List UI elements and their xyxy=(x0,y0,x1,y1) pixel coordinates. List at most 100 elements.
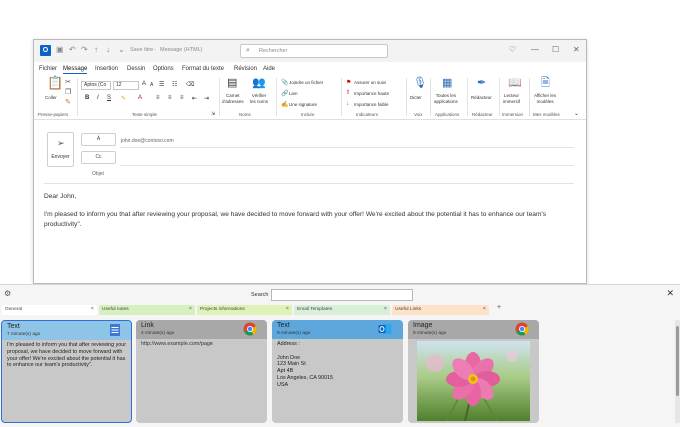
close-window-button[interactable]: ✕ xyxy=(573,45,580,54)
tab-projects-informations[interactable]: Projects informations × xyxy=(197,305,292,315)
decrease-indent-icon[interactable]: ⇤ xyxy=(192,95,197,102)
attach-icon[interactable]: 📎 xyxy=(281,79,288,86)
maximize-button[interactable]: ☐ xyxy=(552,45,559,54)
grow-font-icon[interactable]: A xyxy=(142,81,146,87)
clear-format-icon[interactable]: ⌫ xyxy=(186,81,194,88)
card-header: Text 9 minute(s) ago xyxy=(272,320,403,339)
close-tab-icon[interactable]: × xyxy=(189,305,192,314)
apps-grid-icon[interactable]: ▦ xyxy=(442,78,452,89)
editor-label[interactable]: Rédacteur xyxy=(471,95,492,101)
message-body[interactable]: I'm pleased to inform you that after rev… xyxy=(44,210,574,229)
customize-qat-icon[interactable]: ⌄ xyxy=(118,45,125,55)
tab-insertion[interactable]: Insertion xyxy=(95,66,118,72)
to-button[interactable]: À xyxy=(81,133,116,146)
view-templates-label[interactable]: Afficher les modèles xyxy=(534,93,556,104)
microphone-icon[interactable]: 🎙 xyxy=(413,78,427,89)
numbering-icon[interactable]: ☷ xyxy=(172,81,177,88)
clipboard-card[interactable]: Image 9 minute(s) ago xyxy=(408,320,539,423)
paste-label[interactable]: Coller xyxy=(45,95,57,101)
cards-scrollbar[interactable] xyxy=(675,320,680,423)
close-tab-icon[interactable]: × xyxy=(483,305,486,314)
follow-up-label[interactable]: Assurer un suivi xyxy=(354,80,386,86)
close-tab-icon[interactable]: × xyxy=(384,305,387,314)
gear-icon[interactable]: ⚙ xyxy=(4,289,11,298)
italic-button[interactable]: I xyxy=(97,95,99,101)
high-importance-label[interactable]: Importance haute xyxy=(354,91,389,97)
dictate-label[interactable]: Dicter xyxy=(410,95,422,101)
clipboard-search-input[interactable] xyxy=(271,289,413,301)
tab-useful-links[interactable]: Useful Links × xyxy=(392,305,489,315)
align-center-icon[interactable]: ≡ xyxy=(168,95,172,101)
tab-email-templates[interactable]: Email Templates × xyxy=(294,305,390,315)
address-book-label[interactable]: Carnet d'adresses xyxy=(222,93,244,104)
close-icon[interactable]: ✕ xyxy=(666,288,674,299)
font-name-select[interactable]: Aptos (Co xyxy=(81,81,111,90)
immersive-reader-icon[interactable]: 📖 xyxy=(508,78,522,89)
cc-button[interactable]: Cc xyxy=(81,151,116,164)
editor-icon[interactable]: ✒ xyxy=(477,78,486,89)
add-tab-button[interactable]: + xyxy=(497,304,501,311)
low-importance-label[interactable]: Importance faible xyxy=(354,102,389,108)
cut-icon[interactable]: ✂ xyxy=(65,78,71,88)
lightbulb-icon[interactable]: ♡ xyxy=(509,45,516,54)
format-painter-icon[interactable]: ✎ xyxy=(65,98,71,108)
close-tab-icon[interactable]: × xyxy=(91,305,94,314)
tab-revision[interactable]: Révision xyxy=(234,66,257,72)
signature-label[interactable]: Une signature xyxy=(289,102,317,108)
paste-icon[interactable]: 📋 xyxy=(47,76,63,89)
high-importance-icon[interactable]: ! xyxy=(347,90,349,96)
check-names-icon[interactable]: 👥 xyxy=(252,78,266,89)
increase-indent-icon[interactable]: ⇥ xyxy=(204,95,209,102)
scrollbar-thumb[interactable] xyxy=(676,326,679,396)
tab-fichier[interactable]: Fichier xyxy=(39,66,57,72)
send-button[interactable]: ➢ Envoyer xyxy=(47,132,74,167)
names-group-label: Noms xyxy=(239,112,251,117)
clipboard-card[interactable]: Link 4 minute(s) ago http://www.example.… xyxy=(136,320,267,423)
up-arrow-icon[interactable]: ↑ xyxy=(94,45,98,55)
tab-message[interactable]: Message xyxy=(63,66,88,74)
clipboard-card[interactable]: Text 7 minute(s) ago I'm pleased to info… xyxy=(1,320,132,423)
to-value[interactable]: john.doe@contoso.com xyxy=(121,138,174,144)
bullets-icon[interactable]: ☰ xyxy=(159,81,164,88)
flag-icon[interactable]: ⚑ xyxy=(346,79,351,86)
tab-useful-notes[interactable]: Useful notes × xyxy=(99,305,195,315)
link-label[interactable]: Lien xyxy=(289,91,298,97)
down-arrow-icon[interactable]: ↓ xyxy=(106,45,110,55)
font-size-select[interactable]: 12 xyxy=(113,81,139,90)
copy-icon[interactable]: ❐ xyxy=(65,88,71,98)
tab-dessin[interactable]: Dessin xyxy=(127,66,145,72)
card-type: Text xyxy=(7,323,20,330)
attach-file-label[interactable]: Joindre un fichier xyxy=(289,80,323,86)
save-icon[interactable]: ▣ xyxy=(56,45,64,55)
highlight-color-icon[interactable]: ✎ xyxy=(121,95,126,102)
align-right-icon[interactable]: ≡ xyxy=(180,95,184,101)
underline-button[interactable]: S xyxy=(107,95,111,101)
ribbon-expand-chevron-icon[interactable]: ⌄ xyxy=(574,110,579,117)
shrink-font-icon[interactable]: A xyxy=(150,82,153,88)
tab-general[interactable]: General × xyxy=(2,305,97,315)
immersive-reader-label[interactable]: Lecteur immersif xyxy=(503,93,520,104)
chrome-icon xyxy=(515,322,529,336)
text-dialog-launcher-icon[interactable]: ⇲ xyxy=(211,111,215,117)
tab-format-texte[interactable]: Format du texte xyxy=(182,66,224,72)
redo-icon[interactable]: ↷ xyxy=(81,45,88,55)
tab-options[interactable]: Options xyxy=(153,66,174,72)
align-left-icon[interactable]: ≡ xyxy=(156,95,160,101)
undo-icon[interactable]: ↶ xyxy=(69,45,76,55)
clipboard-card[interactable]: Text 9 minute(s) ago Address : John Doe … xyxy=(272,320,403,423)
link-icon[interactable]: 🔗 xyxy=(281,90,288,97)
templates-icon[interactable]: 🗎 xyxy=(541,78,550,89)
low-importance-icon[interactable]: ↓ xyxy=(346,101,349,107)
divider xyxy=(276,78,277,116)
message-greeting[interactable]: Dear John, xyxy=(44,192,574,202)
font-color-icon[interactable]: A xyxy=(138,95,142,101)
close-tab-icon[interactable]: × xyxy=(286,305,289,314)
tab-aide[interactable]: Aide xyxy=(263,66,275,72)
address-book-icon[interactable]: ▤ xyxy=(227,78,237,89)
search-box[interactable]: ⌕ Rechercher xyxy=(240,44,388,58)
all-apps-label[interactable]: Toutes les applications xyxy=(434,93,458,104)
minimize-button[interactable]: — xyxy=(531,45,539,54)
check-names-label[interactable]: Vérifier les noms xyxy=(250,93,268,104)
bold-button[interactable]: B xyxy=(85,95,89,101)
signature-icon[interactable]: ✍ xyxy=(281,101,288,108)
